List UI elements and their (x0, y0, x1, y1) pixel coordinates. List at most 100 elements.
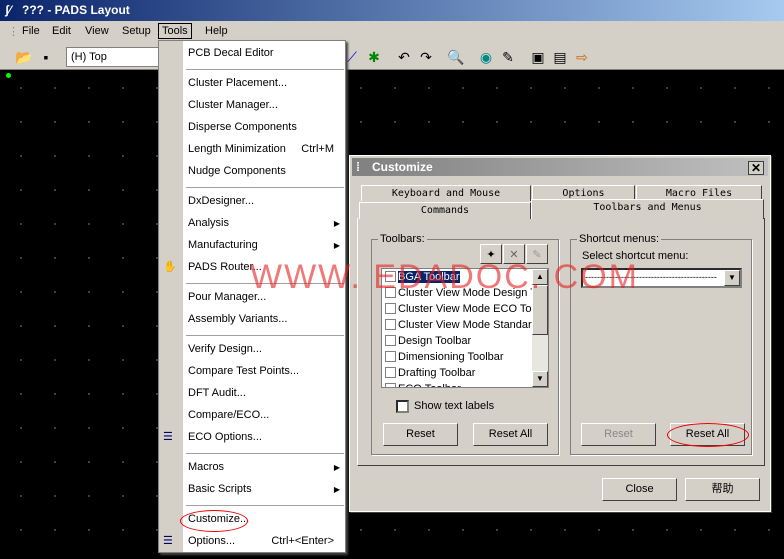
tools-menu-item[interactable]: Assembly Variants... (188, 313, 340, 325)
menu-item-label: Assembly Variants... (188, 313, 288, 325)
toolbars-list[interactable]: BGA Toolbar Cluster View Mode Design Tool… (381, 268, 549, 388)
tools-menu-item[interactable]: Manufacturing ▶ (188, 239, 340, 251)
toolbar-checkbox[interactable] (385, 319, 396, 330)
menu-item-shortcut: Ctrl+M (301, 143, 334, 155)
origin-marker (6, 73, 11, 78)
zoom-icon[interactable]: 🔍 (446, 47, 466, 67)
menu-setup[interactable]: Setup (122, 25, 151, 37)
toolbar-checkbox[interactable] (385, 351, 396, 362)
shortcut-menu-select[interactable]: ----------------------------------------… (581, 268, 742, 288)
menu-item-label: DFT Audit... (188, 387, 246, 399)
menu-help[interactable]: Help (205, 25, 228, 37)
tab-commands[interactable]: Commands (359, 202, 531, 219)
run-icon[interactable]: ⇨ (572, 47, 592, 67)
scroll-down-icon[interactable]: ▼ (532, 371, 548, 387)
menu-separator (186, 69, 344, 70)
select-shortcut-label: Select shortcut menu: (582, 250, 689, 262)
show-text-labels-checkbox[interactable] (396, 400, 409, 413)
submenu-arrow-icon: ▶ (333, 219, 340, 228)
open-icon[interactable]: 📂 (14, 47, 34, 67)
rename-toolbar-icon[interactable]: ✎ (526, 244, 548, 264)
tool-icon[interactable]: ▣ (528, 47, 548, 67)
layer-select[interactable]: (H) Top (66, 47, 166, 67)
toolbar-checkbox[interactable] (385, 335, 396, 346)
chevron-down-icon[interactable]: ▼ (724, 270, 740, 286)
scroll-thumb[interactable] (532, 285, 548, 335)
scroll-up-icon[interactable]: ▲ (532, 269, 548, 285)
save-icon[interactable]: ▪ (36, 47, 56, 67)
delete-toolbar-icon[interactable]: ✕ (503, 244, 525, 264)
toolbar-list-item[interactable]: BGA Toolbar (384, 269, 460, 285)
toolbar-name: ECO Toolbar (398, 383, 461, 387)
help-button[interactable]: 帮助 (685, 478, 760, 501)
tools-menu-item[interactable]: Nudge Components (188, 165, 340, 177)
toolbars-label: Toolbars: (378, 233, 427, 245)
tools-menu-item[interactable]: Cluster Manager... (188, 99, 340, 111)
menu-item-label: PADS Router... (188, 261, 262, 273)
tab-keyboard-and-mouse[interactable]: Keyboard and Mouse (361, 185, 531, 201)
toolbar-checkbox[interactable] (385, 303, 396, 314)
toolbar-name: Cluster View Mode Standard (398, 319, 538, 331)
toolbar-list-item[interactable]: Cluster View Mode Standard (384, 317, 538, 333)
tab-toolbars-and-menus[interactable]: Toolbars and Menus (531, 199, 764, 219)
menu-separator (186, 283, 344, 284)
tools-menu-item[interactable]: DFT Audit... (188, 387, 340, 399)
tools-menu-item[interactable]: DxDesigner... (188, 195, 340, 207)
menu-item-label: ECO Options... (188, 431, 262, 443)
toolbar-checkbox[interactable] (385, 287, 396, 298)
tools-menu-item[interactable]: Analysis ▶ (188, 217, 340, 229)
toolbar-list-item[interactable]: Design Toolbar (384, 333, 471, 349)
shortcut-reset-button[interactable]: Reset (581, 423, 656, 446)
close-icon[interactable]: ✕ (748, 161, 764, 175)
tools-menu-item[interactable]: Length Minimization Ctrl+M (188, 143, 340, 155)
tools-menu-item[interactable]: Verify Design... (188, 343, 340, 355)
tools-menu-item[interactable]: Basic Scripts ▶ (188, 483, 340, 495)
tools-menu-item[interactable]: PADS Router... (188, 261, 340, 273)
reset-all-button[interactable]: Reset All (473, 423, 548, 446)
tools-menu-item[interactable]: Cluster Placement... (188, 77, 340, 89)
window-icon[interactable]: ▤ (550, 47, 570, 67)
shortcut-menus-group: Shortcut menus: Select shortcut menu: --… (570, 233, 752, 455)
options-icon: ☰ (163, 535, 173, 547)
highlight-circle (667, 423, 749, 447)
tools-menu-item[interactable]: Options... Ctrl+<Enter> (188, 535, 340, 547)
shortcut-menus-label: Shortcut menus: (577, 233, 662, 245)
tools-menu-item[interactable]: Pour Manager... (188, 291, 340, 303)
menu-item-label: Compare Test Points... (188, 365, 300, 377)
scrollbar[interactable]: ▲ ▼ (532, 269, 548, 387)
tools-menu-item[interactable]: Disperse Components (188, 121, 340, 133)
toolbar-checkbox[interactable] (385, 367, 396, 378)
toolbar-list-item[interactable]: ECO Toolbar (384, 381, 461, 387)
component-icon[interactable]: ✱ (364, 47, 384, 67)
menu-view[interactable]: View (85, 25, 109, 37)
toolbar-checkbox[interactable] (385, 271, 396, 282)
undo-icon[interactable]: ↶ (394, 47, 414, 67)
tools-menu-item[interactable]: Compare/ECO... (188, 409, 340, 421)
tools-menu-item[interactable]: ECO Options... (188, 431, 340, 443)
window-title: ??? - PADS Layout (22, 3, 130, 17)
tools-menu-item[interactable]: Macros ▶ (188, 461, 340, 473)
toolbar-list-item[interactable]: Cluster View Mode Design Toolbar (384, 285, 548, 301)
menu-item-label: Analysis (188, 217, 229, 229)
title-bar: ʃ⁄ ??? - PADS Layout (0, 0, 784, 21)
menu-file[interactable]: File (22, 25, 40, 37)
menu-tools[interactable]: Tools (158, 23, 192, 39)
menu-item-label: Cluster Placement... (188, 77, 288, 89)
router-icon: ✋ (163, 261, 177, 273)
reset-button[interactable]: Reset (383, 423, 458, 446)
tools-menu-item[interactable]: PCB Decal Editor (188, 47, 340, 59)
menu-edit[interactable]: Edit (52, 25, 71, 37)
menu-item-label: Manufacturing (188, 239, 258, 251)
toolbar-list-item[interactable]: Dimensioning Toolbar (384, 349, 504, 365)
redo-icon[interactable]: ↷ (416, 47, 436, 67)
new-toolbar-icon[interactable]: ✦ (480, 244, 502, 264)
menu-item-label: Basic Scripts (188, 483, 252, 495)
highlight-circle (180, 510, 248, 532)
brush-icon[interactable]: ✎ (498, 47, 518, 67)
toolbar-list-item[interactable]: Cluster View Mode ECO Toolbar (384, 301, 548, 317)
tools-menu-item[interactable]: Compare Test Points... (188, 365, 340, 377)
close-button[interactable]: Close (602, 478, 677, 501)
view-icon[interactable]: ◉ (476, 47, 496, 67)
toolbar-list-item[interactable]: Drafting Toolbar (384, 365, 475, 381)
toolbar-checkbox[interactable] (385, 383, 396, 387)
